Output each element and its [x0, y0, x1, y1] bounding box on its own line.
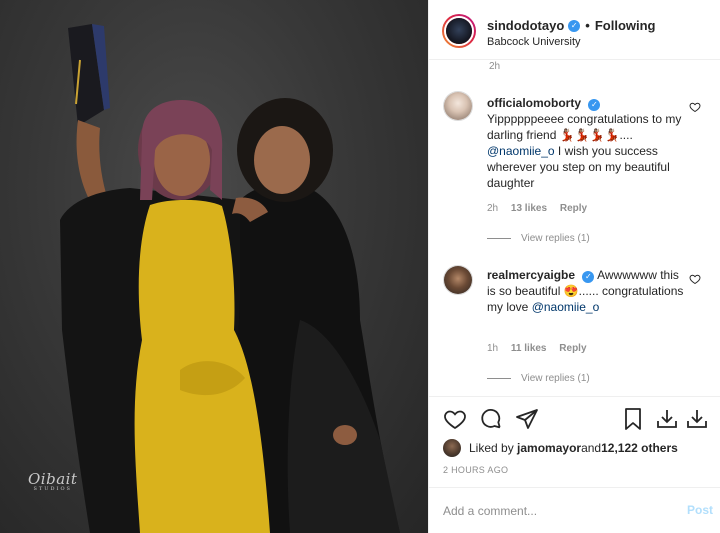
download-icon[interactable]: [655, 407, 679, 431]
commenter-avatar[interactable]: [443, 91, 473, 121]
replies-divider-line: [487, 238, 511, 239]
post-header: sindodotayo ✓ • Following Babcock Univer…: [429, 0, 720, 60]
comment-text: officialomoborty ✓ Yippppppeeee congratu…: [487, 95, 687, 191]
author-avatar[interactable]: [442, 14, 476, 48]
graduation-photo-illustration: [60, 24, 400, 533]
post-timestamp[interactable]: 2 HOURS AGO: [443, 465, 508, 475]
comment-icon[interactable]: [479, 407, 503, 431]
comment-likes[interactable]: 13 likes: [511, 203, 547, 214]
post-photo: Oibait STUDIOS: [0, 0, 428, 533]
liker-username[interactable]: jamomayor: [517, 441, 581, 455]
comment-like-heart-icon[interactable]: [689, 273, 701, 285]
comment-body: Yippppppeeee congratulations to my darli…: [487, 112, 682, 142]
commenter-avatar[interactable]: [443, 265, 473, 295]
likes-others[interactable]: 12,122 others: [601, 441, 678, 455]
post-side-panel: sindodotayo ✓ • Following Babcock Univer…: [428, 0, 720, 533]
view-replies-button[interactable]: View replies (1): [487, 233, 590, 244]
author-row: sindodotayo ✓ • Following: [487, 18, 656, 33]
separator-dot: •: [585, 18, 590, 33]
view-replies-label: View replies (1): [521, 373, 590, 384]
comment-time: 2h: [487, 203, 499, 214]
comment-likes[interactable]: 11 likes: [511, 343, 547, 354]
post-actions: Liked by jamomayor and 12,122 others 2 H…: [429, 396, 720, 486]
likes-summary: Liked by jamomayor and 12,122 others: [443, 439, 678, 457]
view-replies-button[interactable]: View replies (1): [487, 373, 590, 384]
comment-reply-button[interactable]: Reply: [559, 343, 586, 354]
previous-comment-time: 2h: [489, 61, 501, 72]
comment-text: realmercyaigbe ✓ Awwwwww this is so beau…: [487, 267, 687, 315]
comment-time: 1h: [487, 343, 499, 354]
author-username[interactable]: sindodotayo: [487, 18, 564, 33]
comment-reply-button[interactable]: Reply: [560, 203, 587, 214]
comment-mention[interactable]: @naomiie_o: [487, 144, 555, 158]
share-icon[interactable]: [515, 407, 539, 431]
replies-divider-line: [487, 378, 511, 379]
likes-prefix: Liked by: [469, 441, 514, 455]
comment-like-heart-icon[interactable]: [689, 101, 701, 113]
verified-badge-icon: ✓: [568, 19, 581, 32]
post-comment-button[interactable]: Post: [687, 503, 713, 517]
watermark-subtext: STUDIOS: [33, 486, 72, 492]
comment-input[interactable]: [443, 500, 663, 522]
heart-icon[interactable]: [443, 407, 467, 431]
following-button[interactable]: Following: [595, 18, 656, 33]
add-comment-bar: Post: [429, 487, 720, 533]
verified-badge-icon: ✓: [582, 271, 595, 283]
liker-avatar[interactable]: [443, 439, 461, 457]
comments-list[interactable]: 2h officialomoborty ✓ Yippppppeeee congr…: [429, 61, 720, 395]
commenter-username[interactable]: realmercyaigbe: [487, 268, 575, 282]
comment-meta: 1h 11 likes Reply: [487, 343, 597, 354]
photographer-watermark: Oibait STUDIOS: [28, 470, 77, 492]
download-icon[interactable]: [685, 407, 709, 431]
commenter-username[interactable]: officialomoborty: [487, 96, 581, 110]
likes-middle: and: [581, 441, 602, 455]
verified-badge-icon: ✓: [588, 99, 601, 111]
post-location[interactable]: Babcock University: [487, 36, 581, 48]
view-replies-label: View replies (1): [521, 233, 590, 244]
comment-meta: 2h 13 likes Reply: [487, 203, 597, 214]
bookmark-icon[interactable]: [621, 407, 645, 431]
comment-mention[interactable]: @naomiie_o: [532, 300, 600, 314]
